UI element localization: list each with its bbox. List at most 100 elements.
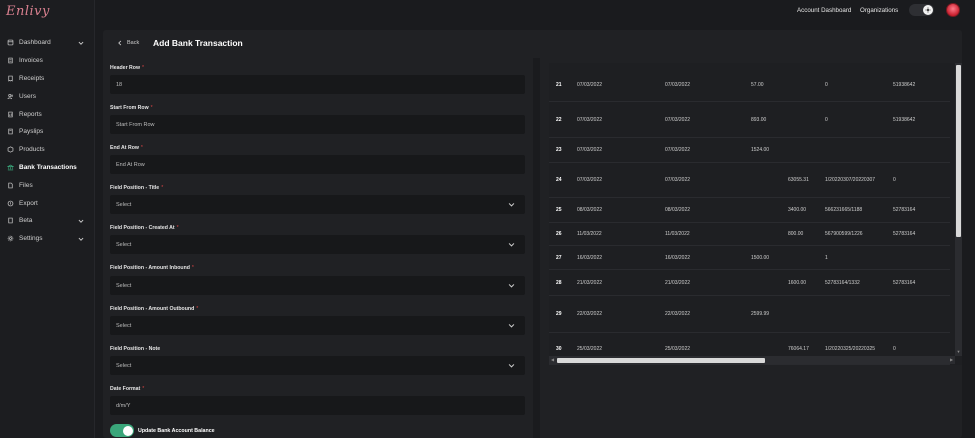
vertical-scroll-thumb[interactable] — [956, 65, 961, 237]
chevron-down-icon — [78, 236, 84, 242]
sidebar-item-label: Beta — [19, 217, 33, 225]
update-balance-toggle[interactable] — [110, 424, 134, 437]
table-cell: 76064.17 — [788, 345, 809, 352]
toggle-knob — [122, 425, 133, 436]
user-avatar[interactable] — [946, 3, 960, 17]
app-root: Enlivy Dashboard Invoices Receipts Users Rep… — [0, 0, 975, 438]
reports-icon — [6, 110, 14, 118]
chevron-down-icon — [78, 218, 84, 224]
sidebar-item-settings[interactable]: Settings — [0, 230, 95, 248]
sidebar-item-reports[interactable]: Reports — [0, 105, 95, 123]
back-button[interactable]: Back — [117, 40, 139, 46]
header-row-input[interactable]: 18 — [110, 75, 525, 94]
created-at-position-select[interactable]: Select — [110, 235, 525, 254]
table-cell: 57.00 — [751, 82, 764, 88]
row-index: 30 — [556, 345, 562, 352]
table-cell: 07/03/2022 — [577, 177, 603, 183]
sidebar-item-label: Payslips — [19, 128, 44, 136]
sun-icon — [925, 7, 931, 13]
sidebar: Enlivy Dashboard Invoices Receipts Users Rep… — [0, 0, 95, 438]
table-cell: 08/03/2022 — [577, 207, 603, 213]
table-cell: 11/03/2022 — [577, 231, 602, 237]
table-row: 24 07/03/2022 07/03/2022 1/20220307/2022030… — [549, 163, 950, 198]
start-from-row-label: Start From Row * — [110, 105, 153, 111]
end-at-row-label: End At Row * — [110, 145, 143, 151]
users-icon — [6, 92, 14, 100]
chevron-left-icon — [118, 40, 122, 46]
row-index: 26 — [556, 231, 562, 237]
back-label: Back — [127, 40, 140, 46]
gear-icon — [6, 235, 14, 243]
scroll-right-arrow-icon[interactable]: ▶ — [949, 357, 954, 363]
theme-toggle-knob — [923, 5, 933, 15]
table-horizontal-scrollbar[interactable]: ◀ ▶ — [549, 356, 955, 364]
sidebar-item-bank-transactions[interactable]: Bank Transactions — [0, 159, 95, 177]
sidebar-item-label: Export — [19, 199, 38, 207]
table-cell: 1524.00 — [751, 147, 770, 153]
chevron-down-icon — [78, 40, 84, 46]
chevron-down-icon — [508, 364, 515, 368]
table-row: 28 21/03/2022 21/03/2022 52783164/1332 52783… — [549, 270, 950, 296]
chevron-down-icon — [508, 243, 515, 247]
amount-outbound-position-select[interactable]: Select — [110, 316, 525, 335]
end-at-row-input[interactable]: End At Row — [110, 155, 525, 174]
sidebar-item-label: Dashboard — [19, 39, 51, 47]
chevron-down-icon — [508, 284, 515, 288]
app-logo[interactable]: Enlivy — [6, 4, 50, 19]
scroll-left-arrow-icon[interactable]: ◀ — [550, 357, 555, 363]
table-cell: 0 — [825, 116, 828, 123]
sidebar-item-label: Products — [19, 146, 45, 154]
amount-inbound-position-select[interactable]: Select — [110, 276, 525, 295]
table-vertical-scrollbar[interactable]: ▼ — [955, 63, 962, 356]
table-row: 29 22/03/2022 22/03/2022 2599.99 — [549, 296, 950, 333]
horizontal-scroll-thumb[interactable] — [557, 357, 765, 363]
sidebar-item-invoices[interactable]: Invoices — [0, 52, 95, 70]
row-index: 28 — [556, 279, 562, 286]
table-cell: 2599.99 — [751, 311, 770, 317]
table-cell: 16/03/2022 — [665, 254, 691, 261]
sidebar-item-dashboard[interactable]: Dashboard — [0, 34, 95, 52]
table-cell: 1 — [825, 254, 828, 261]
update-balance-label: Update Bank Account Balance — [138, 428, 215, 434]
sidebar-item-label: Receipts — [19, 74, 45, 82]
sidebar-item-users[interactable]: Users — [0, 87, 95, 105]
preview-table[interactable]: 21 07/03/2022 07/03/2022 57.00 0 51938642 22 07… — [549, 63, 962, 365]
table-cell: 25/03/2022 — [665, 345, 691, 352]
row-index: 23 — [556, 147, 562, 153]
table-cell: 52783164 — [893, 231, 916, 237]
table-row: 21 07/03/2022 07/03/2022 57.00 0 51938642 — [549, 69, 950, 102]
amount-inbound-position-label: Field Position - Amount Inbound * — [110, 265, 194, 271]
title-position-label: Field Position - Title * — [110, 185, 164, 191]
sidebar-item-receipts[interactable]: Receipts — [0, 70, 95, 88]
date-format-label: Date Format * — [110, 386, 145, 392]
sidebar-item-payslips[interactable]: Payslips — [0, 123, 95, 141]
receipt-icon — [6, 74, 14, 82]
invoice-icon — [6, 57, 14, 65]
note-position-select[interactable]: Select — [110, 356, 525, 375]
sidebar-item-beta[interactable]: Beta — [0, 212, 95, 230]
start-from-row-input[interactable]: Start From Row — [110, 115, 525, 134]
files-icon — [6, 181, 14, 189]
sidebar-item-export[interactable]: Export — [0, 194, 95, 212]
sidebar-item-label: Files — [19, 181, 33, 189]
row-index: 22 — [556, 116, 562, 123]
chevron-down-icon — [508, 324, 515, 328]
date-format-input[interactable]: d/m/Y — [110, 396, 525, 415]
table-cell: 52783164 — [893, 207, 916, 213]
sidebar-item-files[interactable]: Files — [0, 176, 95, 194]
table-cell: 11/03/2022 — [665, 231, 690, 237]
account-dashboard-link[interactable]: Account Dashboard — [797, 7, 851, 14]
sidebar-item-products[interactable]: Products — [0, 141, 95, 159]
title-position-select[interactable]: Select — [110, 195, 525, 214]
products-icon — [6, 146, 14, 154]
organizations-link[interactable]: Organizations — [860, 7, 898, 14]
theme-toggle[interactable] — [909, 4, 934, 16]
table-cell: 893.00 — [751, 116, 767, 123]
panel-divider — [533, 58, 540, 438]
table-cell: 16/03/2022 — [577, 254, 603, 261]
table-cell: 1600.00 — [788, 279, 807, 286]
scroll-down-arrow-icon[interactable]: ▼ — [956, 349, 961, 354]
table-cell: 1500.00 — [751, 254, 770, 261]
dashboard-icon — [6, 39, 14, 47]
table-row: 27 16/03/2022 16/03/2022 1500.00 1 — [549, 246, 950, 270]
